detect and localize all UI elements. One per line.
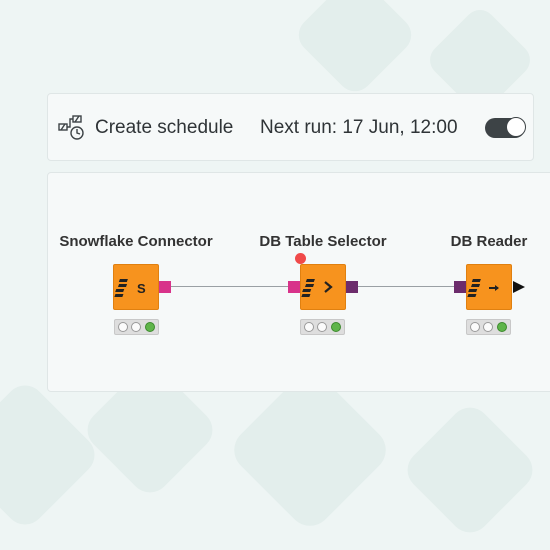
status-light-red: [304, 322, 314, 332]
status-light-yellow: [131, 322, 141, 332]
db-table-selector-icon: [301, 279, 333, 297]
snowflake-connector-node[interactable]: S: [113, 264, 159, 310]
db-table-selector-node[interactable]: [300, 264, 346, 310]
db-reader-icon: [467, 279, 499, 297]
node-status-indicator: [300, 319, 345, 335]
status-light-yellow: [317, 322, 327, 332]
status-light-green: [145, 322, 155, 332]
node-status-indicator: [114, 319, 159, 335]
create-schedule-label[interactable]: Create schedule: [95, 116, 233, 140]
node-title: Snowflake Connector: [59, 233, 213, 250]
status-light-green: [497, 322, 507, 332]
db-data-port[interactable]: [454, 281, 466, 293]
schedule-icon: [58, 115, 86, 141]
warning-indicator[interactable]: [295, 253, 306, 264]
db-connection-port[interactable]: [159, 281, 171, 293]
node-status-indicator: [466, 319, 511, 335]
status-light-yellow: [483, 322, 493, 332]
toggle-knob: [506, 117, 526, 137]
status-light-red: [470, 322, 480, 332]
connection-wire: [171, 286, 288, 287]
schedule-toggle[interactable]: [485, 117, 526, 138]
snowflake-connector-icon: S: [114, 279, 146, 297]
workflow-canvas: Snowflake Connector S DB Table Selector: [47, 172, 550, 392]
schedule-bar: Create schedule Next run: 17 Jun, 12:00: [47, 93, 534, 161]
node-title: DB Table Selector: [259, 233, 387, 250]
svg-text:S: S: [137, 281, 146, 296]
status-light-red: [118, 322, 128, 332]
next-run-label: Next run: 17 Jun, 12:00: [260, 117, 458, 138]
connection-wire: [358, 286, 454, 287]
db-connection-port[interactable]: [288, 281, 300, 293]
status-light-green: [331, 322, 341, 332]
db-reader-node[interactable]: [466, 264, 512, 310]
node-title: DB Reader: [450, 233, 528, 250]
db-data-port[interactable]: [346, 281, 358, 293]
table-output-port[interactable]: [512, 280, 526, 294]
